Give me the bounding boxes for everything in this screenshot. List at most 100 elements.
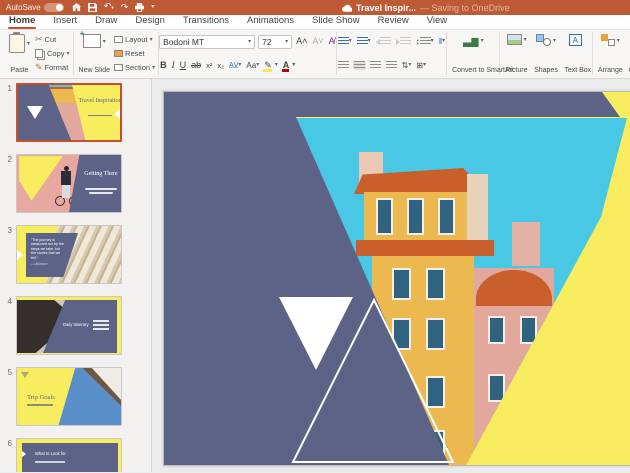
current-slide[interactable] bbox=[163, 91, 630, 466]
format-painter-button[interactable]: ✎Format bbox=[35, 62, 70, 73]
font-group: Bodoni MT▾ 72▾ A˄ A˅ A̸ B I U ab x² x₂ A… bbox=[159, 32, 337, 75]
increase-font-size-button[interactable]: A˄ bbox=[295, 36, 308, 47]
reset-icon bbox=[114, 50, 123, 57]
slide-row-3: 3 "The journey is measured not by the st… bbox=[0, 225, 151, 284]
slide-thumbnail-panel: 1 Travel Inspiration 2 bbox=[0, 79, 152, 472]
bold-button[interactable]: B bbox=[159, 60, 168, 71]
strikethrough-button[interactable]: ab bbox=[190, 60, 202, 71]
slide-row-1: 1 Travel Inspiration bbox=[0, 83, 151, 142]
tab-slideshow[interactable]: Slide Show bbox=[311, 14, 361, 29]
slide-thumbnail-3[interactable]: "The journey is measured not by the step… bbox=[16, 225, 122, 284]
columns-button[interactable]: ⫴▾ bbox=[438, 36, 446, 47]
arrange-icon bbox=[601, 34, 615, 46]
character-spacing-button[interactable]: A̲V̲▾ bbox=[228, 60, 242, 71]
underline-button[interactable]: U bbox=[179, 60, 188, 71]
cloud-sync-icon bbox=[342, 4, 352, 12]
superscript-button[interactable]: x² bbox=[205, 60, 213, 71]
paste-icon bbox=[9, 34, 25, 53]
font-color-button[interactable]: A▾ bbox=[282, 60, 297, 71]
layout-button[interactable]: Layout▾ bbox=[114, 34, 155, 45]
new-slide-button[interactable]: ▾ New Slide bbox=[77, 32, 113, 75]
customize-toolbar-icon[interactable]: ▾ bbox=[151, 3, 154, 12]
text-box-button[interactable]: A Text Box bbox=[562, 32, 589, 75]
reset-button[interactable]: Reset bbox=[114, 48, 155, 59]
slide-row-2: 2 Getting There bbox=[0, 154, 151, 213]
format-painter-icon: ✎ bbox=[35, 62, 43, 73]
italic-button[interactable]: I bbox=[171, 60, 176, 71]
home-icon[interactable] bbox=[72, 3, 81, 12]
section-icon bbox=[114, 64, 123, 71]
clear-formatting-button[interactable]: A̸ bbox=[328, 36, 336, 47]
autosave-toggle-knob bbox=[56, 4, 63, 11]
align-text-button[interactable]: ⊞▾ bbox=[415, 60, 427, 71]
autosave-toggle[interactable] bbox=[44, 3, 64, 12]
numbering-button[interactable]: ▾ bbox=[356, 36, 372, 47]
decrease-indent-button[interactable] bbox=[375, 37, 392, 46]
increase-indent-button[interactable] bbox=[395, 37, 412, 46]
saving-status: — Saving to OneDrive bbox=[420, 3, 510, 13]
section-button[interactable]: Section▾ bbox=[114, 62, 155, 73]
text-highlight-button[interactable]: ✎▾ bbox=[263, 60, 279, 71]
quick-access-toolbar: ↶▾ ↷ ▾ bbox=[72, 2, 155, 13]
layout-icon bbox=[114, 36, 123, 43]
slide-thumbnail-5[interactable]: Trip Goals bbox=[16, 367, 122, 426]
window-title: Travel Inspir... — Saving to OneDrive bbox=[342, 0, 510, 15]
ribbon-tab-bar: Home Insert Draw Design Transitions Anim… bbox=[0, 15, 630, 30]
save-icon[interactable] bbox=[88, 3, 97, 12]
thumb3-quote: "The journey is measured not by the step… bbox=[31, 238, 65, 260]
tab-draw[interactable]: Draw bbox=[94, 14, 118, 29]
paste-button[interactable]: ▾ Paste bbox=[6, 32, 33, 75]
slide-thumbnail-2[interactable]: Getting There bbox=[16, 154, 122, 213]
line-spacing-button[interactable]: ↕▾ bbox=[415, 36, 435, 47]
shapes-button[interactable]: ▾ Shapes bbox=[532, 32, 560, 75]
bullets-button[interactable]: ▾ bbox=[337, 36, 353, 47]
thumb3-arrow-icon bbox=[17, 250, 23, 260]
slide-row-5: 5 Trip Goals bbox=[0, 367, 151, 426]
tab-home[interactable]: Home bbox=[8, 14, 36, 29]
slide-thumbnail-6[interactable]: What to Look for bbox=[16, 438, 122, 472]
align-left-button[interactable] bbox=[337, 61, 350, 70]
print-icon[interactable] bbox=[135, 3, 144, 12]
align-center-button[interactable] bbox=[353, 61, 366, 70]
thumb1-title: Travel Inspiration bbox=[78, 98, 122, 105]
font-name-combobox[interactable]: Bodoni MT▾ bbox=[159, 35, 255, 49]
convert-to-smartart-button[interactable]: ▾ Convert to SmartArt bbox=[450, 32, 496, 75]
smartart-icon bbox=[463, 34, 479, 47]
slide-row-6: 6 What to Look for bbox=[0, 438, 151, 472]
justify-button[interactable] bbox=[385, 61, 398, 70]
undo-icon[interactable]: ↶▾ bbox=[104, 2, 114, 13]
align-right-button[interactable] bbox=[369, 61, 382, 70]
document-title: Travel Inspir... bbox=[356, 3, 416, 13]
text-direction-button[interactable]: ⇅▾ bbox=[401, 60, 413, 71]
tab-design[interactable]: Design bbox=[134, 14, 166, 29]
cut-button[interactable]: ✂Cut bbox=[35, 34, 70, 45]
tab-animations[interactable]: Animations bbox=[246, 14, 295, 29]
decrease-font-size-button[interactable]: A˅ bbox=[311, 36, 324, 47]
picture-button[interactable]: ▾ Picture bbox=[503, 32, 530, 75]
slide-number: 4 bbox=[0, 296, 16, 355]
thumb5-title: Trip Goals bbox=[27, 394, 55, 401]
tab-transitions[interactable]: Transitions bbox=[182, 14, 230, 29]
thumb6-title: What to Look for bbox=[35, 451, 66, 456]
arrange-button[interactable]: ▾ Arrange bbox=[596, 32, 625, 75]
thumb6-arrow-icon bbox=[22, 451, 26, 457]
thumb3-attribution: —Unknown bbox=[31, 262, 64, 266]
text-box-icon: A bbox=[569, 34, 582, 46]
smartart-group: ▾ Convert to SmartArt bbox=[447, 32, 500, 75]
slide-number: 5 bbox=[0, 367, 16, 426]
tab-insert[interactable]: Insert bbox=[52, 14, 78, 29]
picture-icon bbox=[507, 34, 522, 45]
tab-review[interactable]: Review bbox=[377, 14, 410, 29]
font-size-combobox[interactable]: 72▾ bbox=[258, 35, 292, 49]
slide-thumbnail-4[interactable]: Daily Itinerary bbox=[16, 296, 122, 355]
redo-icon[interactable]: ↷ bbox=[121, 3, 129, 12]
copy-button[interactable]: Copy▾ bbox=[35, 48, 70, 59]
slide-number: 1 bbox=[0, 83, 16, 142]
change-case-button[interactable]: Aa▾ bbox=[245, 60, 260, 71]
insert-group: ▾ Picture ▾ Shapes A Text Box bbox=[500, 32, 593, 75]
slide-outline-triangle[interactable] bbox=[164, 92, 630, 466]
thumb1-triangle bbox=[27, 106, 43, 119]
slide-thumbnail-1[interactable]: Travel Inspiration bbox=[16, 83, 122, 142]
tab-view[interactable]: View bbox=[426, 14, 448, 29]
subscript-button[interactable]: x₂ bbox=[216, 60, 225, 71]
